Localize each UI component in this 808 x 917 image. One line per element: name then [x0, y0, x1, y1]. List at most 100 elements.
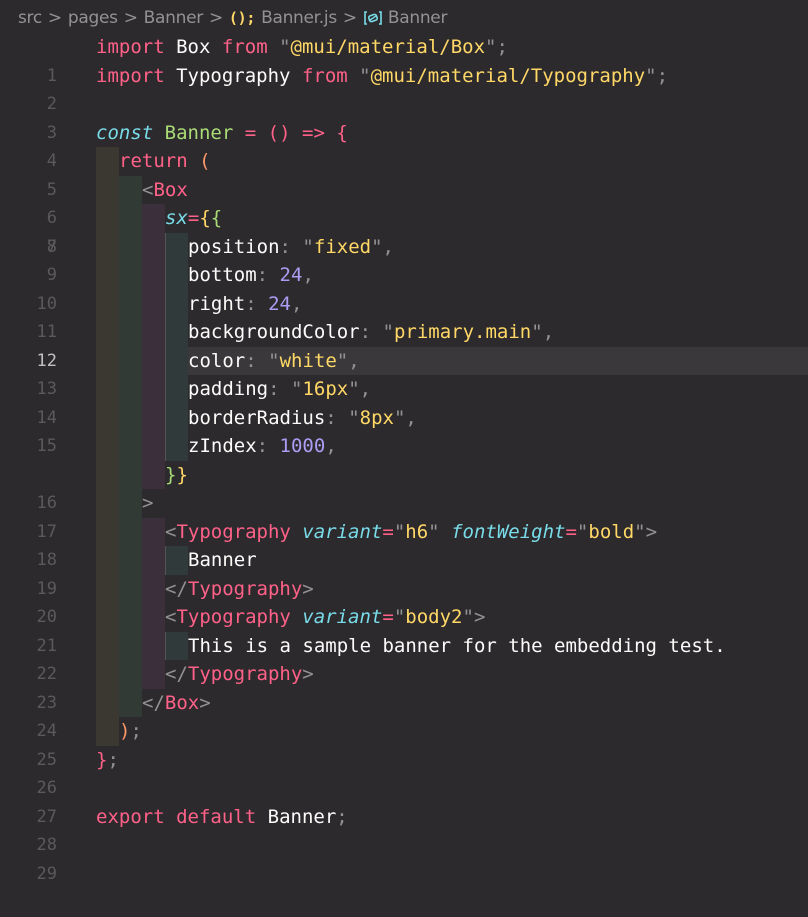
code-line: 27	[0, 774, 808, 827]
code-line: 18 <Typography variant="h6" fontWeight="…	[0, 517, 808, 570]
code-line: 15 zIndex: 1000,	[0, 432, 808, 461]
code-line: 23 </Typography>	[0, 660, 808, 713]
line-number: 14	[36, 407, 57, 428]
indent-guide	[142, 318, 165, 347]
code-line: 19 Banner	[0, 546, 808, 599]
punctuation: ;	[336, 805, 348, 828]
indent-guide	[96, 432, 119, 461]
code-line: 10 right: 24,	[0, 289, 808, 318]
code-line: 3	[0, 90, 808, 143]
chevron-right-icon: >	[208, 8, 223, 28]
breadcrumb-banner-folder[interactable]: Banner	[144, 8, 204, 28]
punctuation: ;	[656, 64, 669, 87]
indent-guide	[165, 375, 188, 404]
indent-guide	[119, 289, 142, 318]
breadcrumb-src[interactable]: src	[18, 8, 42, 28]
colon: :	[245, 292, 257, 315]
indent-guide	[119, 660, 142, 689]
indent-guide	[96, 261, 119, 290]
property-key: position	[188, 235, 280, 258]
jsx-text: Banner	[188, 549, 257, 571]
code-line: 20 </Typography>	[0, 574, 808, 627]
line-number: 29	[36, 863, 57, 884]
line-number: 11	[36, 322, 57, 342]
indent-guide	[96, 517, 119, 546]
operator: =	[244, 121, 257, 144]
indent-guide	[119, 261, 142, 290]
code-editor[interactable]: 1 import Box from "@mui/material/Box"; 2…	[0, 33, 808, 884]
punctuation: ;	[107, 748, 119, 771]
indent-guide	[142, 460, 165, 489]
indent-guide	[119, 631, 142, 660]
breadcrumb-pages[interactable]: pages	[68, 8, 118, 28]
indent-guide	[165, 631, 188, 660]
indent-guide	[96, 232, 119, 261]
code-line: 22 This is a sample banner for the embed…	[0, 631, 808, 684]
jsx-text: This is a sample banner for the embeddin…	[188, 634, 726, 657]
indent-guide	[142, 261, 165, 290]
indent-guide	[165, 403, 188, 432]
quote: "	[279, 36, 291, 58]
jsx-attribute: variant	[302, 520, 383, 543]
indent-guide	[119, 489, 142, 518]
indent-guide	[142, 631, 165, 660]
property-value: 24	[268, 292, 291, 315]
indent-guide	[96, 175, 119, 204]
indent-guide	[142, 403, 165, 432]
line-number: 12	[36, 350, 57, 371]
string-literal: @mui/material/Typography	[370, 64, 646, 87]
tag-bracket: </	[165, 663, 188, 685]
property-key: backgroundColor	[188, 321, 360, 343]
brace: }	[96, 748, 108, 771]
colon: :	[325, 406, 337, 429]
brace: }	[176, 463, 188, 486]
jsx-tag: Typography	[176, 606, 291, 628]
indent-guide	[96, 660, 119, 689]
jsx-tag: Typography	[187, 663, 303, 685]
punctuation: ;	[130, 720, 142, 742]
tag-bracket: <	[165, 606, 177, 628]
indent-guide	[165, 546, 188, 575]
property-key: color	[188, 349, 246, 372]
indent-guide	[142, 517, 165, 546]
indent-guide	[119, 688, 142, 717]
tag-bracket: >	[302, 577, 314, 600]
jsx-tag: Typography	[176, 520, 291, 543]
quote: "	[645, 64, 657, 87]
keyword: import	[96, 36, 165, 58]
attribute-value: body2	[405, 606, 463, 628]
property-value: primary.main	[393, 321, 532, 343]
code-line: 6 <Box	[0, 175, 808, 228]
tag-bracket: >	[645, 520, 658, 543]
paren: )	[119, 720, 131, 742]
indent-guide	[165, 289, 188, 318]
tag-bracket: </	[165, 577, 188, 600]
indent-guide	[165, 346, 188, 375]
keyword: export	[96, 805, 165, 828]
breadcrumb-symbol[interactable]: Banner	[388, 8, 448, 28]
colon: :	[279, 235, 291, 258]
code-line: 11 backgroundColor: "primary.main",	[0, 318, 808, 347]
code-line: 25 );	[0, 717, 808, 770]
keyword: from	[301, 64, 348, 87]
indent-guide	[142, 289, 165, 318]
breadcrumb-file[interactable]: Banner.js	[261, 8, 337, 28]
code-line: 28 export default Banner;	[0, 803, 808, 856]
code-line: 21 <Typography variant="body2">	[0, 603, 808, 656]
line-number: 15	[36, 436, 57, 456]
keyword: return	[119, 150, 188, 172]
indent-guide	[96, 375, 119, 404]
property-key: padding	[188, 378, 269, 400]
colon: :	[256, 435, 269, 457]
property-key: bottom	[188, 264, 257, 286]
jsx-tag: Box	[153, 178, 188, 201]
line-number: 8	[46, 236, 57, 257]
jsx-attribute: variant	[302, 606, 383, 628]
tag-bracket: >	[142, 492, 154, 514]
code-line: 17 >	[0, 489, 808, 542]
code-line: 24 </Box>	[0, 688, 808, 741]
property-value: 16px	[302, 378, 349, 400]
tag-bracket: <	[165, 520, 177, 543]
paren: (	[199, 150, 211, 172]
colon: :	[245, 349, 257, 372]
